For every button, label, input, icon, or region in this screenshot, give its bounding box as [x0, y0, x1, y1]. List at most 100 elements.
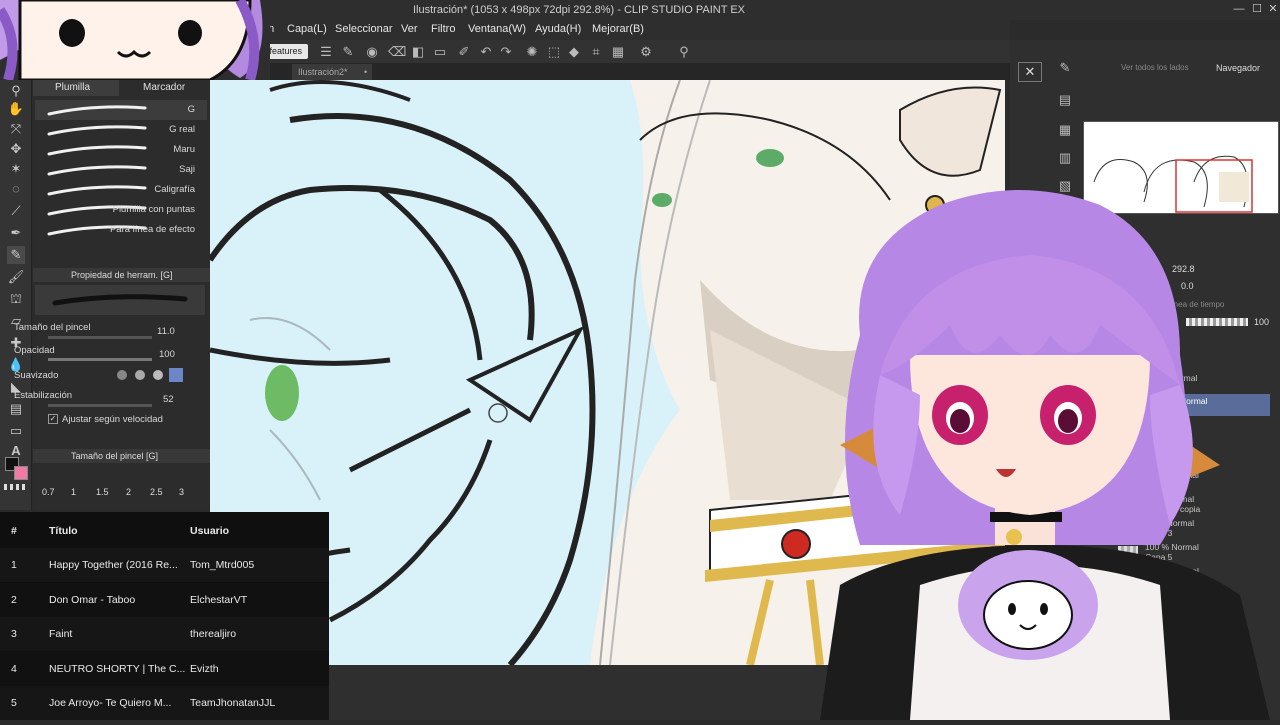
smoothing-options[interactable]: [115, 368, 187, 382]
smoothing-option-icon[interactable]: [153, 370, 163, 380]
tool-property-title: Propiedad de herram. [G]: [71, 270, 173, 280]
brush-label: G real: [169, 124, 195, 135]
brush-size-tick[interactable]: 2.5: [150, 487, 163, 497]
redo-icon[interactable]: ↷: [498, 44, 514, 60]
row-title: Faint: [49, 628, 73, 640]
brush-stroke-preview: [47, 165, 147, 176]
layer-search-icon[interactable]: ▤: [1054, 92, 1076, 114]
airbrush-icon[interactable]: ⛫: [7, 290, 25, 308]
brush-size-tick[interactable]: 1: [71, 487, 76, 497]
sub-view-icon[interactable]: ▥: [1054, 150, 1076, 172]
hand-icon[interactable]: ✋: [7, 100, 25, 118]
smoothing-option-icon[interactable]: [135, 370, 145, 380]
tab-all-sides[interactable]: Ver todos los lados: [1121, 63, 1189, 72]
brush-size-header: Tamaño del pincel [G]: [33, 449, 210, 463]
figure-icon[interactable]: ▭: [7, 422, 25, 440]
opacity-value[interactable]: 100: [159, 349, 175, 360]
smoothing-option-icon[interactable]: [169, 368, 183, 382]
auto-select-icon[interactable]: ✶: [7, 160, 25, 178]
brush-item[interactable]: G real: [35, 120, 207, 140]
maximize-icon[interactable]: ☐: [1250, 2, 1264, 16]
tab-navigator[interactable]: Navegador: [1216, 63, 1260, 73]
brush-size-tick[interactable]: 1.5: [96, 487, 109, 497]
tab-close-icon[interactable]: •: [364, 64, 367, 80]
tab-pen[interactable]: Plumilla: [33, 80, 119, 96]
menu-view[interactable]: Ver: [401, 23, 418, 35]
menu-window[interactable]: Ventana(W): [468, 23, 526, 35]
settings-icon[interactable]: ⚲: [676, 44, 692, 60]
brush-preview: [35, 285, 205, 315]
brush-size-tick[interactable]: 3: [179, 487, 184, 497]
brush-size-value[interactable]: 11.0: [157, 326, 175, 337]
avatar-art: [820, 190, 1270, 720]
pen-icon[interactable]: ✐: [456, 44, 472, 60]
tab-document[interactable]: Ilustración2* •: [292, 64, 372, 80]
table-header: # Título Usuario: [0, 514, 329, 548]
select-all-icon[interactable]: ▦: [610, 44, 626, 60]
transparency-swatch[interactable]: [4, 484, 28, 490]
menu-layer[interactable]: Capa(L): [287, 23, 327, 35]
menu-filter[interactable]: Filtro: [431, 23, 455, 35]
menu-enhance[interactable]: Mejorar(B): [592, 23, 644, 35]
lasso-icon[interactable]: ◌: [7, 180, 25, 198]
brush-size-slider[interactable]: [48, 336, 152, 339]
move-layer-icon[interactable]: ✥: [7, 140, 25, 158]
pen-tool-icon[interactable]: ✒: [7, 224, 25, 242]
row-number: 1: [11, 559, 17, 571]
loading-icon[interactable]: ✺: [524, 44, 540, 60]
brush-size-tick[interactable]: 0.7: [42, 487, 55, 497]
fill-icon[interactable]: ◧: [410, 44, 426, 60]
table-row: 3 Faint therealjiro: [0, 617, 329, 651]
command-bar: ☰ ✎ ◉ ⌫ ◧ ▭ ✐ ↶ ↷ ✺ ⬚ ◆ ⌗ ▦ ⚙ ⚲: [210, 40, 1010, 64]
gradient-icon[interactable]: ▤: [7, 400, 25, 418]
brush-tool-icon[interactable]: 🖌: [7, 268, 25, 286]
material-icon[interactable]: ▦: [1054, 122, 1076, 144]
tool-palette: ⚲ ✋ ⤧ ✥ ✶ ◌ ⟋ ✒ ✎ 🖌 ⛫ ▱ ✚ 💧 ◣ ▤ ▭ A: [0, 80, 32, 510]
brush-item[interactable]: Plumilla con puntas: [35, 200, 207, 220]
velocity-checkbox[interactable]: ✓: [48, 414, 58, 424]
brush-item[interactable]: Maru: [35, 140, 207, 160]
avatar-corner-art: [0, 0, 270, 80]
row-user: Evizth: [190, 662, 219, 675]
menu-list-icon[interactable]: ☰: [318, 44, 334, 60]
smoothing-label: Suavizado: [14, 370, 59, 381]
undo-icon[interactable]: ↶: [478, 44, 494, 60]
crop-icon[interactable]: ⌗: [588, 44, 604, 60]
menu-help[interactable]: Ayuda(H): [535, 23, 581, 35]
brush-item[interactable]: Saji: [35, 160, 207, 180]
brush-size-tick[interactable]: 2: [126, 487, 131, 497]
sub-color-swatch[interactable]: [14, 466, 28, 480]
row-title: NEUTRO SHORTY | The C...: [49, 662, 186, 675]
brush-label: Saji: [179, 164, 195, 175]
velocity-label: Ajustar según velocidad: [62, 414, 163, 425]
smoothing-option-icon[interactable]: [117, 370, 127, 380]
stabilization-slider[interactable]: [48, 404, 152, 407]
layer-property-icon[interactable]: ✎: [1054, 60, 1076, 82]
minimize-icon[interactable]: —: [1232, 2, 1246, 16]
brush-item[interactable]: G: [35, 100, 207, 120]
stabilization-value[interactable]: 52: [163, 394, 174, 405]
tool-property-header: Propiedad de herram. [G]: [33, 268, 210, 282]
close-panel-icon[interactable]: ✕: [1018, 62, 1042, 82]
close-icon[interactable]: ✕: [1266, 2, 1280, 16]
transform-icon[interactable]: ▭: [432, 44, 448, 60]
deselect-icon[interactable]: ⬚: [546, 44, 562, 60]
brush-item[interactable]: Para línea de efecto: [35, 220, 207, 240]
opacity-slider[interactable]: [48, 358, 152, 361]
edit-icon[interactable]: ✎: [340, 44, 356, 60]
eye-icon[interactable]: ◉: [364, 44, 380, 60]
gem-icon[interactable]: ◆: [566, 44, 582, 60]
row-number: 5: [11, 697, 17, 709]
tab-document-label: Ilustración2*: [298, 67, 348, 77]
zoom-icon[interactable]: ⚲: [7, 82, 25, 100]
connect-icon[interactable]: ⚙: [638, 44, 654, 60]
brush-item[interactable]: Caligrafía: [35, 180, 207, 200]
brush-label: Para línea de efecto: [109, 224, 195, 235]
menu-select[interactable]: Seleccionar: [335, 23, 392, 35]
tab-marker[interactable]: Marcador: [121, 80, 209, 96]
move-icon[interactable]: ⤧: [7, 120, 25, 138]
brush-size-title: Tamaño del pincel [G]: [71, 451, 159, 461]
pencil-tool-icon[interactable]: ✎: [7, 246, 25, 264]
clear-icon[interactable]: ⌫: [388, 44, 406, 60]
eyedropper-icon[interactable]: ⟋: [7, 202, 25, 220]
